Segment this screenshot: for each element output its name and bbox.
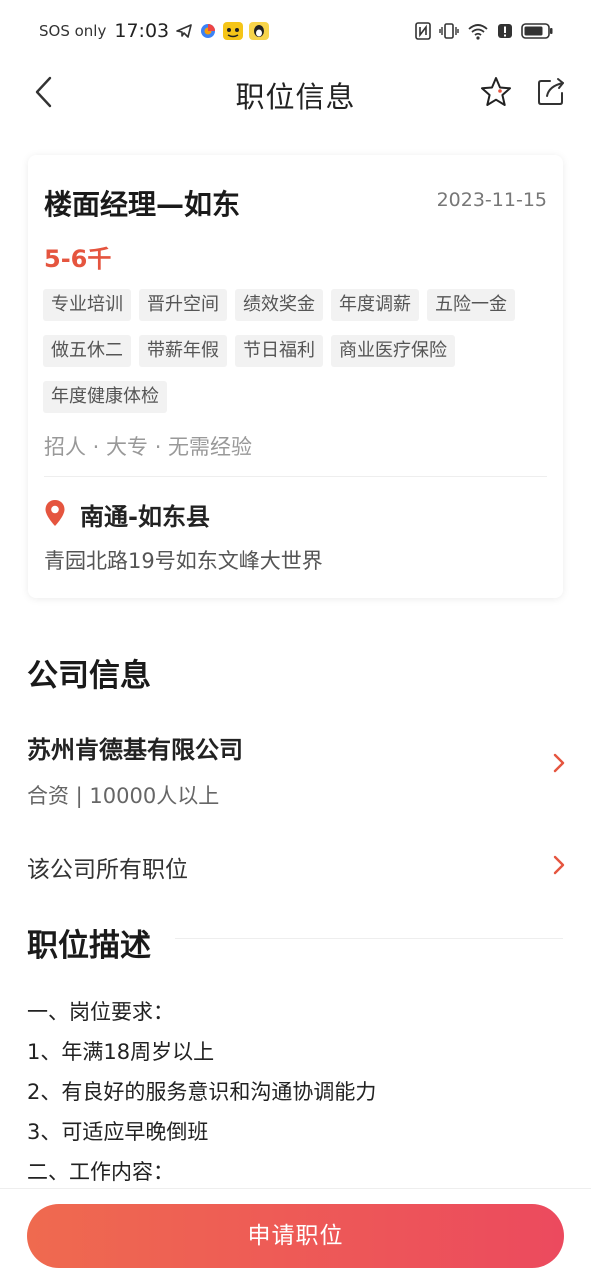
chevron-right-icon xyxy=(553,753,565,773)
apply-button[interactable]: 申请职位 xyxy=(27,1204,564,1268)
job-title: 楼面经理—如东 xyxy=(44,188,241,221)
chevron-right-icon xyxy=(553,855,565,875)
divider xyxy=(175,938,563,939)
company-all-jobs-link[interactable]: 该公司所有职位 xyxy=(0,840,591,890)
battery-icon xyxy=(521,23,553,39)
benefit-tag: 晋升空间 xyxy=(139,289,227,321)
description-line: 2、有良好的服务意识和沟通协调能力 xyxy=(27,1080,377,1104)
penguin-app-icon xyxy=(249,22,270,40)
clock: 17:03 xyxy=(114,20,170,42)
telegram-icon xyxy=(176,24,192,38)
company-row[interactable]: 苏州肯德基有限公司 合资 | 10000人以上 xyxy=(0,720,591,820)
benefit-tag: 带薪年假 xyxy=(139,335,227,367)
alert-icon xyxy=(498,24,512,38)
job-requirements-summary: 招人 · 大专 · 无需经验 xyxy=(44,435,253,459)
nfc-icon xyxy=(415,22,431,40)
salary: 5-6千 xyxy=(44,245,112,273)
company-name: 苏州肯德基有限公司 xyxy=(27,736,243,764)
benefit-tag: 做五休二 xyxy=(43,335,131,367)
job-card: 楼面经理—如东 2023-11-15 5-6千 专业培训 晋升空间 绩效奖金 年… xyxy=(28,155,563,598)
app-notification-icon xyxy=(201,24,216,38)
benefit-tag: 年度健康体检 xyxy=(43,381,167,413)
location-city: 南通-如东县 xyxy=(80,503,210,531)
all-jobs-label: 该公司所有职位 xyxy=(27,857,188,883)
benefit-tag: 节日福利 xyxy=(235,335,323,367)
location-pin-icon xyxy=(45,500,65,526)
bottom-action-bar: 申请职位 xyxy=(0,1188,591,1280)
divider xyxy=(44,476,547,477)
job-description: 一、岗位要求： 1、年满18周岁以上 2、有良好的服务意识和沟通协调能力 3、可… xyxy=(27,997,567,1197)
status-right xyxy=(415,22,553,40)
benefit-tag: 绩效奖金 xyxy=(235,289,323,321)
nav-bar: 职位信息 xyxy=(0,64,591,122)
description-line: 3、可适应早晚倒班 xyxy=(27,1120,209,1144)
carrier-text: SOS only xyxy=(39,22,107,40)
status-bar: SOS only 17:03 xyxy=(0,0,591,64)
benefit-tag: 专业培训 xyxy=(43,289,131,321)
description-line: 一、岗位要求： xyxy=(27,1000,174,1024)
benefit-tag: 五险一金 xyxy=(427,289,515,321)
wifi-icon xyxy=(468,24,488,40)
status-left: SOS only 17:03 xyxy=(39,20,270,42)
favorite-star-icon[interactable] xyxy=(478,74,514,110)
vibrate-icon xyxy=(439,23,459,39)
location-address: 青园北路19号如东文峰大世界 xyxy=(44,549,323,573)
share-icon[interactable] xyxy=(533,74,569,110)
benefit-tag: 商业医疗保险 xyxy=(331,335,455,367)
company-meta: 合资 | 10000人以上 xyxy=(27,784,220,808)
sticker-app-icon xyxy=(223,22,244,40)
description-line: 1、年满18周岁以上 xyxy=(27,1040,215,1064)
benefit-tag: 年度调薪 xyxy=(331,289,419,321)
company-section-title: 公司信息 xyxy=(27,658,151,694)
description-section-title: 职位描述 xyxy=(27,928,151,964)
benefit-tags: 专业培训 晋升空间 绩效奖金 年度调薪 五险一金 做五休二 带薪年假 节日福利 … xyxy=(43,289,553,413)
post-date: 2023-11-15 xyxy=(436,189,547,211)
